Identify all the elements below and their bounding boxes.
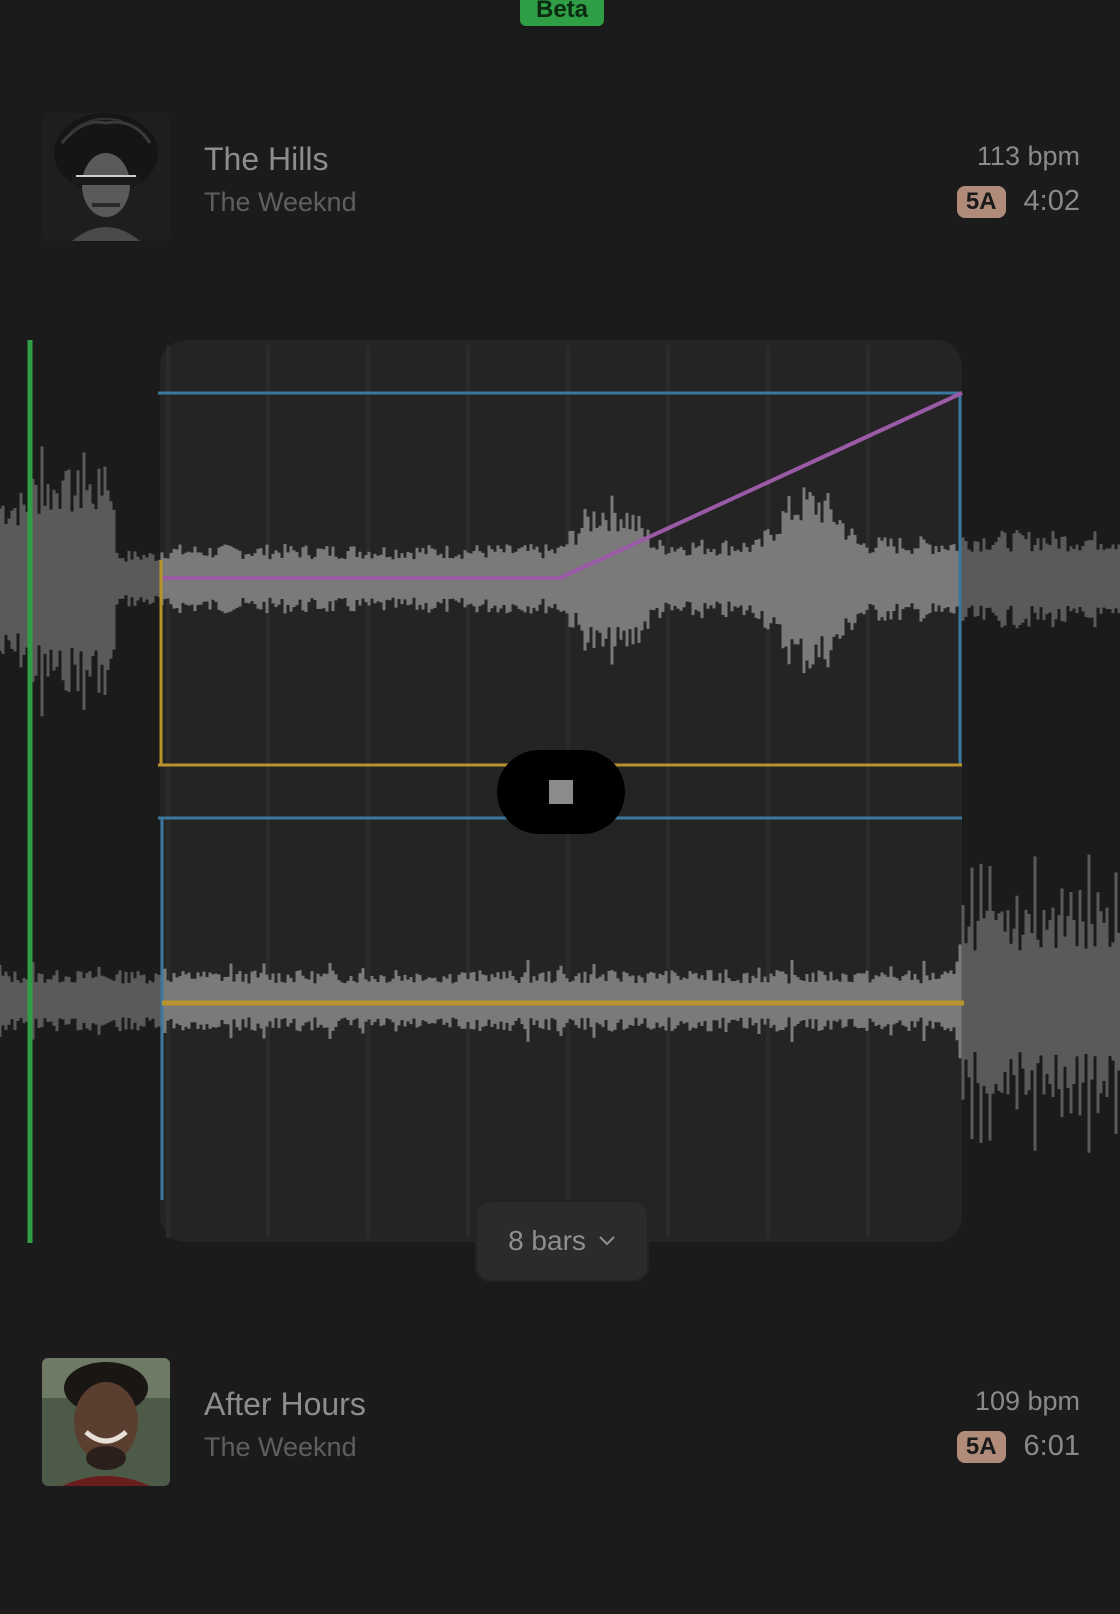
track-row-2[interactable]: After Hours The Weeknd 109 bpm 5A 6:01 <box>42 1358 1080 1490</box>
chevron-down-icon <box>599 1236 615 1246</box>
stop-icon <box>549 780 573 804</box>
bars-label: 8 bars <box>508 1225 586 1256</box>
track-duration: 6:01 <box>1023 1430 1080 1462</box>
track-artist: The Weeknd <box>204 1432 357 1462</box>
album-art <box>42 1358 170 1486</box>
stop-button[interactable] <box>497 750 625 834</box>
key-badge: 5A <box>956 1430 1006 1463</box>
bars-dropdown[interactable]: 8 bars <box>475 1200 649 1282</box>
track-meta: 5A 6:01 <box>956 1430 1080 1463</box>
track-bpm: 109 bpm <box>974 1386 1080 1416</box>
track-title: After Hours <box>204 1386 366 1422</box>
